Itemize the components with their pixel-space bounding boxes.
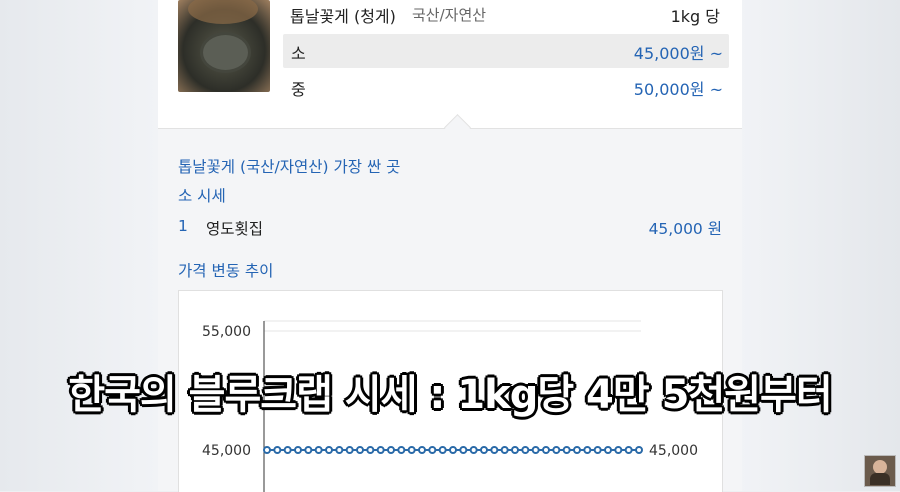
channel-avatar[interactable] bbox=[864, 455, 896, 487]
video-caption: 한국의 블루크랩 시세 : 1kg당 4만 5천원부터 bbox=[68, 372, 832, 418]
size-label: 중 bbox=[291, 80, 306, 99]
data-point[interactable] bbox=[356, 446, 364, 454]
data-point[interactable] bbox=[490, 446, 499, 454]
cheapest-subtitle: 소 시세 bbox=[178, 187, 226, 205]
shop-rank: 1 bbox=[178, 217, 188, 235]
data-point[interactable] bbox=[614, 446, 623, 454]
data-point[interactable] bbox=[552, 446, 561, 454]
data-point[interactable] bbox=[314, 446, 323, 454]
product-origin: 국산/자연산 bbox=[412, 6, 487, 24]
data-point[interactable] bbox=[304, 446, 313, 454]
data-point[interactable] bbox=[366, 446, 375, 454]
data-point[interactable] bbox=[376, 446, 385, 454]
data-point[interactable] bbox=[480, 446, 488, 454]
data-point[interactable] bbox=[325, 446, 333, 454]
data-point[interactable] bbox=[583, 446, 592, 454]
data-point[interactable] bbox=[345, 446, 354, 454]
data-point[interactable] bbox=[438, 446, 447, 454]
trend-title: 가격 변동 추이 bbox=[178, 262, 274, 280]
data-point[interactable] bbox=[604, 446, 612, 454]
size-label: 소 bbox=[291, 44, 306, 63]
data-point[interactable] bbox=[635, 446, 643, 454]
data-point[interactable] bbox=[624, 446, 633, 454]
data-point[interactable] bbox=[500, 446, 509, 454]
data-point[interactable] bbox=[294, 446, 302, 454]
data-point[interactable] bbox=[407, 446, 416, 454]
data-point[interactable] bbox=[335, 446, 344, 454]
data-point[interactable] bbox=[469, 446, 478, 454]
y-tick-label: 45,000 bbox=[202, 443, 251, 459]
size-row-medium[interactable]: 중 50,000원 ~ bbox=[283, 70, 729, 104]
data-point[interactable] bbox=[428, 446, 437, 454]
data-point[interactable] bbox=[593, 446, 602, 454]
price-series bbox=[263, 446, 643, 454]
data-point[interactable] bbox=[283, 446, 292, 454]
series-end-label: 45,000 bbox=[649, 443, 698, 459]
data-point[interactable] bbox=[531, 446, 540, 454]
data-point[interactable] bbox=[449, 446, 457, 454]
size-price: 50,000원 ~ bbox=[633, 80, 723, 99]
product-name[interactable]: 톱날꽃게 (청게) bbox=[290, 3, 396, 27]
data-point[interactable] bbox=[542, 446, 550, 454]
data-point[interactable] bbox=[521, 446, 530, 454]
data-point[interactable] bbox=[387, 446, 395, 454]
shop-price: 45,000 원 bbox=[648, 220, 722, 238]
data-point[interactable] bbox=[263, 446, 271, 454]
data-point[interactable] bbox=[573, 446, 581, 454]
shop-name[interactable]: 영도횟집 bbox=[206, 217, 263, 239]
size-price: 45,000원 ~ bbox=[633, 44, 723, 63]
data-point[interactable] bbox=[562, 446, 571, 454]
y-tick-label: 55,000 bbox=[202, 324, 251, 340]
cheapest-title: 톱날꽃게 (국산/자연산) 가장 싼 곳 bbox=[178, 158, 401, 176]
data-point[interactable] bbox=[459, 446, 468, 454]
size-row-small[interactable]: 소 45,000원 ~ bbox=[283, 34, 729, 68]
price-unit: 1kg 당 bbox=[670, 7, 720, 26]
data-point[interactable] bbox=[418, 446, 426, 454]
data-point[interactable] bbox=[397, 446, 406, 454]
crab-photo[interactable] bbox=[178, 0, 270, 92]
data-point[interactable] bbox=[511, 446, 519, 454]
data-point[interactable] bbox=[273, 446, 282, 454]
